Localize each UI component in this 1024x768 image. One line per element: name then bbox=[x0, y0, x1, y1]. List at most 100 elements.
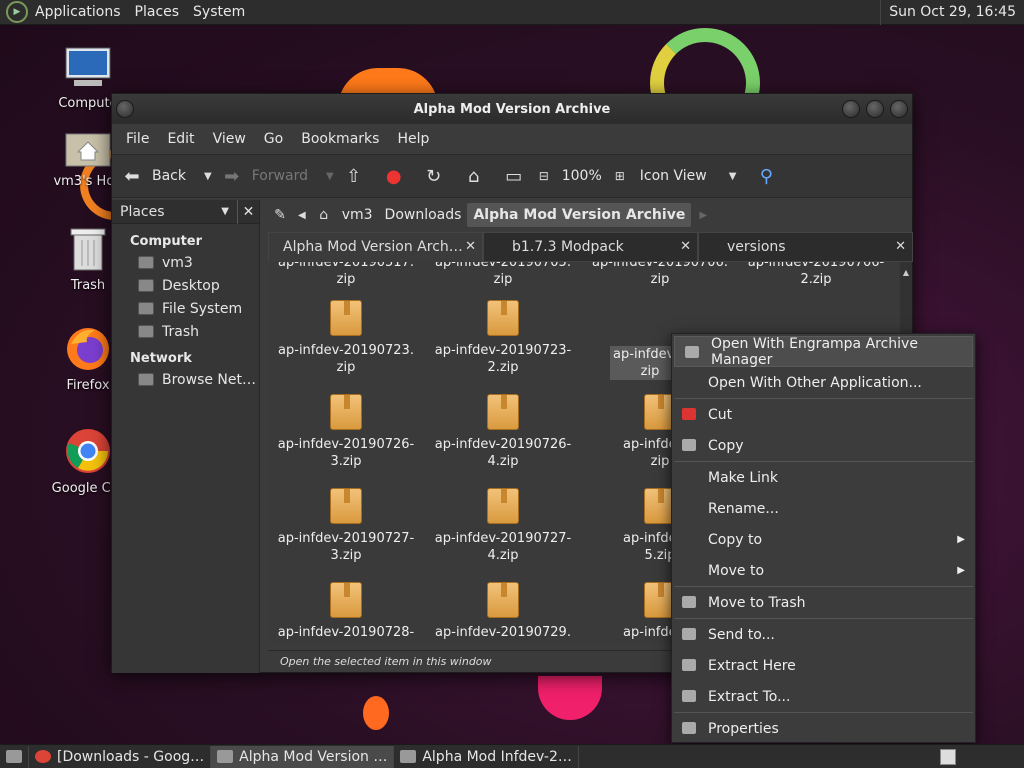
context-menu-item[interactable]: Cut bbox=[672, 399, 975, 430]
breadcrumb-vm3[interactable]: vm3 bbox=[336, 203, 379, 227]
file-name: ap-infdev-20190726- bbox=[434, 437, 572, 452]
scroll-up-arrow[interactable]: ▲ bbox=[900, 268, 912, 277]
context-menu-item[interactable]: Properties bbox=[672, 713, 975, 744]
context-menu-item[interactable]: Open With Engrampa Archive Manager bbox=[674, 336, 973, 368]
close-button[interactable] bbox=[890, 100, 908, 118]
maximize-button[interactable] bbox=[866, 100, 884, 118]
applications-menu[interactable]: Applications bbox=[28, 0, 128, 25]
submenu-arrow-icon: ▶ bbox=[957, 534, 965, 545]
taskbar-item-chrome[interactable]: [Downloads - Goog… bbox=[29, 745, 212, 768]
places-sidebar: Places ▼ ✕ Computer vm3 Desktop File Sys… bbox=[112, 199, 260, 673]
file-name: ap-infdev-20190727- bbox=[277, 531, 415, 546]
zoom-level[interactable]: 100% bbox=[562, 168, 602, 184]
menu-help[interactable]: Help bbox=[388, 131, 438, 147]
location-bar: ✎ ◀ ⌂ vm3 Downloads Alpha Mod Version Ar… bbox=[268, 200, 913, 230]
clock[interactable]: Sun Oct 29, 16:45 bbox=[880, 0, 1024, 25]
file-item[interactable]: ap-infdev-20190726- 3.zip bbox=[271, 394, 421, 470]
breadcrumb-right-arrow[interactable]: ▶ bbox=[699, 210, 707, 221]
file-item[interactable]: ap-infdev-20190728- bbox=[271, 582, 421, 641]
stop-icon[interactable]: ● bbox=[382, 164, 406, 188]
view-mode-select[interactable]: Icon View ▼ bbox=[640, 168, 745, 184]
close-tab-icon[interactable]: ✕ bbox=[895, 239, 906, 254]
breadcrumb-current[interactable]: Alpha Mod Version Archive bbox=[467, 203, 692, 227]
file-item[interactable]: ap-infdev-20190706- 2.zip bbox=[741, 262, 891, 288]
distro-logo-icon[interactable]: ▶ bbox=[6, 1, 28, 23]
context-menu-item[interactable]: Open With Other Application... bbox=[672, 367, 975, 398]
edit-location-icon[interactable]: ✎ bbox=[268, 203, 292, 227]
menu-go[interactable]: Go bbox=[255, 131, 292, 147]
submenu-arrow-icon: ▶ bbox=[957, 565, 965, 576]
context-menu-item[interactable]: Move to ▶ bbox=[672, 555, 975, 586]
back-button[interactable]: ⬅ Back bbox=[120, 164, 186, 188]
file-item[interactable]: ap-infdev-20190727- 4.zip bbox=[428, 488, 578, 564]
forward-history-dropdown[interactable]: ▼ bbox=[326, 171, 334, 182]
computer-icon[interactable]: ▭ bbox=[502, 164, 526, 188]
file-name: ap-infdev-20190726- bbox=[277, 437, 415, 452]
show-desktop-button[interactable] bbox=[0, 745, 29, 768]
window-titlebar[interactable]: Alpha Mod Version Archive bbox=[112, 94, 912, 124]
context-menu-item[interactable]: Move to Trash bbox=[672, 587, 975, 618]
file-item[interactable]: ap-infdev-20190517. zip bbox=[271, 262, 421, 288]
up-icon[interactable]: ⇧ bbox=[342, 164, 366, 188]
tab-versions[interactable]: versions ✕ bbox=[698, 232, 913, 262]
minimize-button[interactable] bbox=[842, 100, 860, 118]
sidebar-type-select[interactable]: Places bbox=[120, 204, 165, 220]
tab-b173-modpack[interactable]: b1.7.3 Modpack ✕ bbox=[483, 232, 698, 262]
trash-icon bbox=[138, 325, 154, 338]
sidebar-item-browse-network[interactable]: Browse Net… bbox=[112, 366, 259, 389]
taskbar-item-engrampa[interactable]: Alpha Mod Infdev-2… bbox=[394, 745, 579, 768]
trash-icon bbox=[682, 596, 696, 608]
back-arrow-icon: ⬅ bbox=[124, 165, 140, 187]
zoom-in-icon[interactable]: ⊞ bbox=[608, 164, 632, 188]
context-menu-item[interactable]: Rename... bbox=[672, 493, 975, 524]
context-menu-item[interactable]: Make Link bbox=[672, 462, 975, 493]
close-sidebar-icon[interactable]: ✕ bbox=[237, 199, 259, 224]
close-tab-icon[interactable]: ✕ bbox=[465, 239, 476, 254]
breadcrumb-downloads[interactable]: Downloads bbox=[379, 203, 468, 227]
zip-archive-icon bbox=[487, 582, 519, 618]
system-menu[interactable]: System bbox=[186, 0, 252, 25]
file-item[interactable]: ap-infdev-20190726- 4.zip bbox=[428, 394, 578, 470]
file-item[interactable]: ap-infdev-20190723- 2.zip bbox=[428, 300, 578, 376]
chevron-down-icon[interactable]: ▼ bbox=[221, 206, 229, 217]
context-menu-item[interactable]: Send to... bbox=[672, 619, 975, 650]
zip-archive-icon bbox=[487, 394, 519, 430]
zoom-out-icon[interactable]: ⊟ bbox=[532, 164, 556, 188]
file-item[interactable]: ap-infdev-20190705. zip bbox=[428, 262, 578, 288]
context-menu-item[interactable]: Copy bbox=[672, 430, 975, 461]
menu-edit[interactable]: Edit bbox=[158, 131, 203, 147]
file-item[interactable]: ap-infdev-20190729. bbox=[428, 582, 578, 641]
file-name-line2: 3.zip bbox=[330, 454, 362, 469]
context-menu-label: Copy bbox=[708, 437, 744, 454]
forward-button[interactable]: ➡ Forward bbox=[220, 164, 308, 188]
window-menu-button[interactable] bbox=[116, 100, 134, 118]
menu-file[interactable]: File bbox=[117, 131, 158, 147]
home-icon[interactable]: ⌂ bbox=[462, 164, 486, 188]
reload-icon[interactable]: ↻ bbox=[422, 164, 446, 188]
close-tab-icon[interactable]: ✕ bbox=[680, 239, 691, 254]
sidebar-item-file-system[interactable]: File System bbox=[112, 295, 259, 318]
chrome-icon bbox=[35, 750, 51, 763]
context-menu-label: Copy to bbox=[708, 531, 763, 548]
search-icon[interactable]: ⚲ bbox=[754, 164, 778, 188]
file-item[interactable]: ap-infdev-20190706. zip bbox=[585, 262, 735, 288]
tab-alpha-mod-version-archive[interactable]: Alpha Mod Version Arch… ✕ bbox=[268, 232, 483, 262]
context-menu-label: Open With Other Application... bbox=[708, 374, 922, 391]
sidebar-item-vm3[interactable]: vm3 bbox=[112, 249, 259, 272]
menu-bookmarks[interactable]: Bookmarks bbox=[292, 131, 388, 147]
file-item[interactable]: ap-infdev-20190723. zip bbox=[271, 300, 421, 376]
places-menu[interactable]: Places bbox=[128, 0, 187, 25]
back-history-dropdown[interactable]: ▼ bbox=[204, 171, 212, 182]
sidebar-item-desktop[interactable]: Desktop bbox=[112, 272, 259, 295]
context-menu-item[interactable]: Extract Here bbox=[672, 650, 975, 681]
taskbar-item-file-manager[interactable]: Alpha Mod Version … bbox=[211, 745, 395, 768]
zip-archive-icon bbox=[487, 300, 519, 336]
file-item[interactable]: ap-infdev-20190727- 3.zip bbox=[271, 488, 421, 564]
context-menu-item[interactable]: Extract To... bbox=[672, 681, 975, 712]
breadcrumb-left-arrow[interactable]: ◀ bbox=[298, 210, 306, 221]
workspace-switcher[interactable] bbox=[940, 748, 956, 765]
sidebar-item-trash[interactable]: Trash bbox=[112, 318, 259, 341]
file-name-line2: 2.zip bbox=[487, 360, 519, 375]
menu-view[interactable]: View bbox=[204, 131, 255, 147]
context-menu-item[interactable]: Copy to ▶ bbox=[672, 524, 975, 555]
